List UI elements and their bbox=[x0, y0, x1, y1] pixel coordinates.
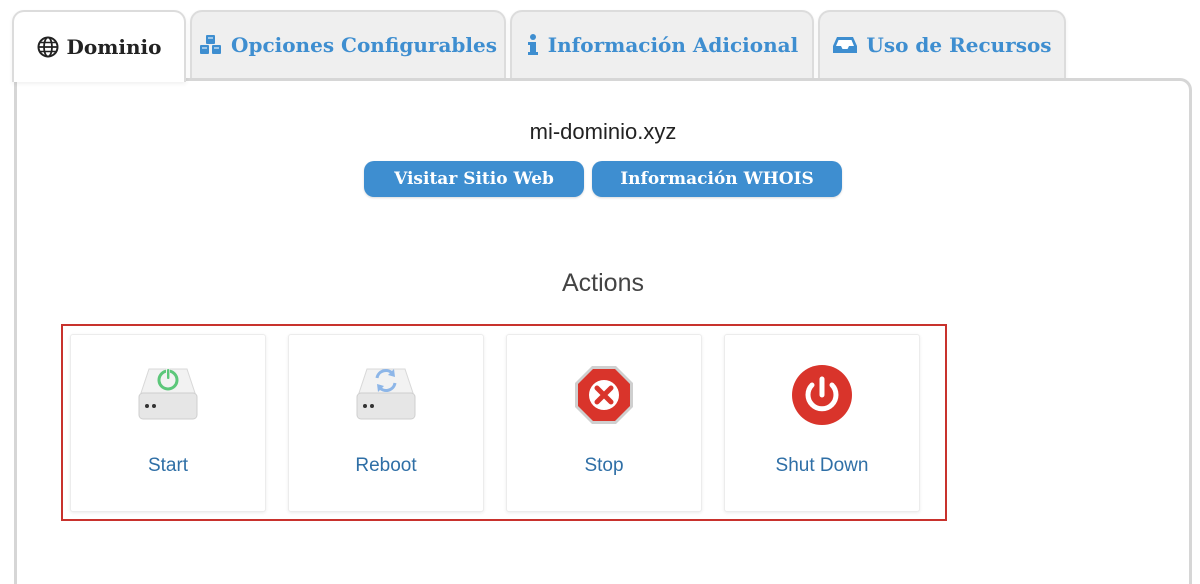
start-action[interactable]: Start bbox=[70, 334, 266, 512]
actions-title: Actions bbox=[562, 269, 644, 297]
action-label: Stop bbox=[584, 455, 624, 476]
domain-name: mi-dominio.xyz bbox=[529, 119, 677, 144]
tab-label: Información Adicional bbox=[547, 33, 799, 57]
action-label: Shut Down bbox=[775, 455, 869, 476]
globe-icon bbox=[37, 36, 59, 58]
visit-website-button[interactable]: Visitar Sitio Web bbox=[364, 161, 584, 197]
shut-down-action[interactable]: Shut Down bbox=[724, 334, 920, 512]
action-label: Start bbox=[147, 455, 189, 476]
stop-octagon-icon bbox=[507, 363, 701, 433]
server-power-icon bbox=[71, 363, 265, 433]
actions-highlight-box: Start Reboot Stop Shut Down bbox=[61, 324, 947, 521]
reboot-action[interactable]: Reboot bbox=[288, 334, 484, 512]
tab-opciones-configurables[interactable]: Opciones Configurables bbox=[190, 10, 506, 78]
info-icon bbox=[526, 33, 540, 57]
cubes-icon bbox=[199, 34, 223, 56]
power-off-icon bbox=[725, 363, 919, 433]
server-reboot-icon bbox=[289, 363, 483, 433]
tab-label: Uso de Recursos bbox=[866, 33, 1052, 57]
stop-action[interactable]: Stop bbox=[506, 334, 702, 512]
tab-bar: Dominio Opciones Configurables Informaci… bbox=[12, 10, 1112, 82]
tab-informacion-adicional[interactable]: Información Adicional bbox=[510, 10, 814, 78]
inbox-icon bbox=[832, 35, 858, 55]
domain-buttons: Visitar Sitio Web Información WHOIS bbox=[17, 161, 1189, 197]
tab-dominio[interactable]: Dominio bbox=[12, 10, 186, 82]
tab-uso-de-recursos[interactable]: Uso de Recursos bbox=[818, 10, 1066, 78]
action-label: Reboot bbox=[355, 455, 417, 476]
whois-info-button[interactable]: Información WHOIS bbox=[592, 161, 842, 197]
domain-panel: mi-dominio.xyz Visitar Sitio Web Informa… bbox=[14, 78, 1192, 584]
tab-label: Dominio bbox=[66, 35, 162, 59]
tab-label: Opciones Configurables bbox=[231, 33, 497, 57]
